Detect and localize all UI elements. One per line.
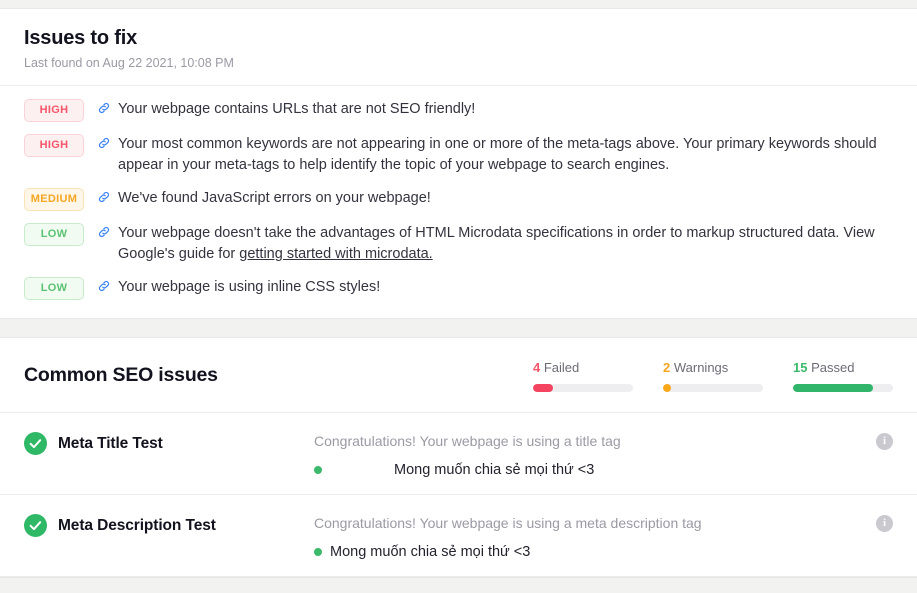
issues-to-fix-card: Issues to fix Last found on Aug 22 2021,… — [0, 8, 917, 320]
test-info: i — [876, 513, 893, 533]
issue-row: MEDIUM We've found JavaScript errors on … — [24, 187, 893, 212]
test-value: Mong muốn chia sẻ mọi thứ <3 — [330, 544, 531, 561]
issues-list: HIGH Your webpage contains URLs that are… — [0, 86, 917, 318]
link-icon — [97, 136, 111, 150]
test-message: Congratulations! Your webpage is using a… — [314, 515, 702, 532]
section-divider — [0, 319, 917, 338]
page-title: Issues to fix — [24, 27, 137, 49]
test-value-line: Mong muốn chia sẻ mọi thứ <3 — [314, 462, 864, 478]
check-circle-icon — [24, 514, 47, 538]
test-details: Congratulations! Your webpage is using a… — [314, 431, 864, 478]
issue-text: We've found JavaScript errors on your we… — [118, 190, 431, 207]
test-name: Meta Description Test — [58, 516, 216, 534]
info-icon[interactable]: i — [876, 515, 893, 533]
bullet-icon — [314, 548, 322, 557]
stat-passed: 15 Passed — [793, 360, 893, 393]
seo-header: Common SEO issues 4 Failed 2 Warnings 15… — [0, 338, 917, 414]
link-icon — [97, 279, 111, 293]
issue-row: HIGH Your webpage contains URLs that are… — [24, 98, 893, 122]
stat-progress-bar — [533, 384, 633, 393]
stat-count: 2 — [663, 360, 671, 376]
status-badge: HIGH — [24, 134, 84, 157]
issue-row: LOW Your webpage doesn't take the advant… — [24, 222, 893, 265]
test-name: Meta Title Test — [58, 434, 163, 452]
info-icon[interactable]: i — [876, 433, 893, 451]
microdata-guide-link[interactable]: getting started with microdata. — [239, 246, 432, 262]
stat-name: Warnings — [673, 360, 729, 376]
test-row: Meta Title Test Congratulations! Your we… — [0, 413, 917, 496]
status-badge: MEDIUM — [24, 188, 84, 212]
test-message: Congratulations! Your webpage is using a… — [314, 433, 621, 450]
link-icon — [97, 101, 111, 115]
stat-progress-bar — [663, 384, 763, 393]
common-seo-issues-card: Common SEO issues 4 Failed 2 Warnings 15… — [0, 337, 917, 579]
seo-report-page: Issues to fix Last found on Aug 22 2021,… — [0, 0, 917, 593]
issue-text: Your webpage doesn't take the advantages… — [118, 222, 893, 265]
stat-progress-fill — [663, 384, 671, 393]
stat-progress-fill — [533, 384, 553, 393]
status-badge: LOW — [24, 277, 84, 301]
issue-row: LOW Your webpage is using inline CSS sty… — [24, 276, 893, 301]
test-row-header: Meta Description Test — [24, 513, 314, 538]
check-circle-icon — [24, 432, 47, 456]
test-value-line: Mong muốn chia sẻ mọi thứ <3 — [314, 544, 864, 560]
issue-text: Your most common keywords are not appear… — [118, 136, 877, 174]
stat-failed: 4 Failed — [533, 360, 633, 393]
stat-label: 15 Passed — [793, 360, 893, 375]
seo-stats: 4 Failed 2 Warnings 15 Passed — [533, 360, 893, 393]
stat-label: 4 Failed — [533, 360, 633, 375]
test-details: Congratulations! Your webpage is using a… — [314, 513, 864, 560]
issue-text: Your webpage is using inline CSS styles! — [118, 279, 381, 296]
last-found-timestamp: Last found on Aug 22 2021, 10:08 PM — [24, 56, 234, 70]
status-badge: HIGH — [24, 99, 84, 122]
issue-text-prefix: Your webpage doesn't take the advantages… — [118, 225, 875, 263]
stat-warnings: 2 Warnings — [663, 360, 763, 393]
stat-name: Failed — [543, 360, 580, 376]
stat-name: Passed — [811, 360, 855, 376]
test-row: Meta Description Test Congratulations! Y… — [0, 495, 917, 578]
stat-label: 2 Warnings — [663, 360, 763, 375]
test-row-header: Meta Title Test — [24, 431, 314, 456]
status-badge: LOW — [24, 223, 84, 247]
issues-header: Issues to fix Last found on Aug 22 2021,… — [0, 9, 917, 86]
section-title: Common SEO issues — [24, 364, 218, 387]
stat-count: 15 — [793, 360, 808, 376]
test-info: i — [876, 431, 893, 451]
issue-row: HIGH Your most common keywords are not a… — [24, 133, 893, 176]
stat-progress-fill — [793, 384, 873, 393]
bullet-icon — [314, 466, 322, 475]
stat-count: 4 — [533, 360, 541, 376]
test-value: Mong muốn chia sẻ mọi thứ <3 — [394, 462, 595, 479]
link-icon — [97, 190, 111, 204]
link-icon — [97, 225, 111, 239]
stat-progress-bar — [793, 384, 893, 393]
issue-text: Your webpage contains URLs that are not … — [118, 101, 476, 117]
